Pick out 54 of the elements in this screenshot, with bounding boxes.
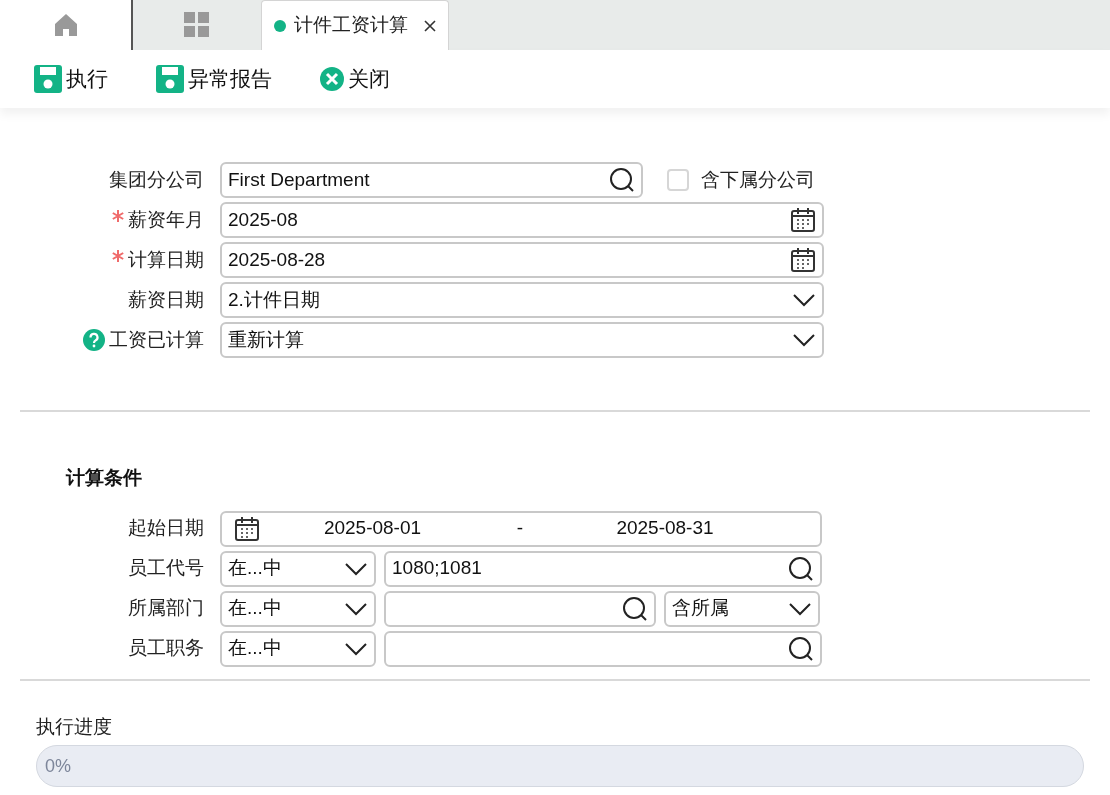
chevron-down-icon[interactable] <box>792 333 816 347</box>
date-range-field[interactable]: 2025-08-01 - 2025-08-31 <box>220 510 822 547</box>
calendar-icon[interactable] <box>790 207 816 233</box>
search-icon[interactable] <box>788 555 814 582</box>
field-label: 工资已计算 <box>109 327 204 352</box>
date-field[interactable]: 2025-08-28 <box>220 242 824 278</box>
required-asterisk-icon <box>112 210 124 222</box>
field-label: 计算日期 <box>128 247 204 272</box>
lookup-field[interactable]: 1080;1081 <box>384 550 822 587</box>
chevron-down-icon[interactable] <box>344 601 368 616</box>
dropdown[interactable]: 在...中 <box>220 590 376 627</box>
home-icon <box>52 12 79 38</box>
progress-reading: 0% <box>45 754 71 778</box>
save-icon <box>156 65 184 93</box>
date-field[interactable]: 2025-08 <box>220 202 824 238</box>
field-label: 所属部门 <box>128 596 204 621</box>
required-asterisk-icon <box>112 250 124 262</box>
dropdown[interactable]: 2.计件日期 <box>220 282 824 318</box>
toolbar-button[interactable]: 执行 <box>34 63 108 95</box>
dropdown[interactable]: 在...中 <box>220 550 376 587</box>
page-tab[interactable]: 计件工资计算 <box>261 0 449 50</box>
lookup-field[interactable] <box>384 630 822 667</box>
help-icon[interactable] <box>83 329 105 351</box>
field-label: 起始日期 <box>128 516 204 541</box>
chevron-down-icon[interactable] <box>344 641 368 656</box>
dropdown[interactable]: 在...中 <box>220 630 376 667</box>
chevron-down-icon[interactable] <box>788 601 812 616</box>
grid-icon <box>183 12 211 38</box>
toolbar-button[interactable]: 关闭 <box>320 63 390 95</box>
home-tab[interactable] <box>0 0 133 50</box>
close-icon[interactable] <box>424 19 436 32</box>
field-label: 员工职务 <box>128 636 204 661</box>
chevron-down-icon[interactable] <box>792 293 816 307</box>
section-title: 计算条件 <box>66 466 143 490</box>
dropdown[interactable]: 含所属 <box>664 590 820 627</box>
checkbox[interactable] <box>667 169 689 191</box>
field-label: 员工代号 <box>128 556 204 581</box>
lookup-field[interactable] <box>384 590 656 627</box>
field-label: 薪资日期 <box>128 287 204 312</box>
field-label: 薪资年月 <box>128 207 204 232</box>
chevron-down-icon[interactable] <box>344 561 368 576</box>
search-icon[interactable] <box>609 167 635 193</box>
search-icon[interactable] <box>788 635 814 662</box>
toolbar-button[interactable]: 异常报告 <box>156 63 272 95</box>
save-icon <box>34 65 62 93</box>
field-label: 集团分公司 <box>109 167 204 192</box>
dropdown[interactable]: 重新计算 <box>220 322 824 358</box>
close-circle-icon <box>320 67 344 91</box>
progress-label: 执行进度 <box>36 714 113 739</box>
lookup-field[interactable]: First Department <box>220 162 643 198</box>
checkbox-label: 含下属分公司 <box>701 167 815 192</box>
calendar-icon[interactable] <box>790 247 816 273</box>
search-icon[interactable] <box>622 595 648 622</box>
calendar-icon[interactable] <box>234 515 260 542</box>
